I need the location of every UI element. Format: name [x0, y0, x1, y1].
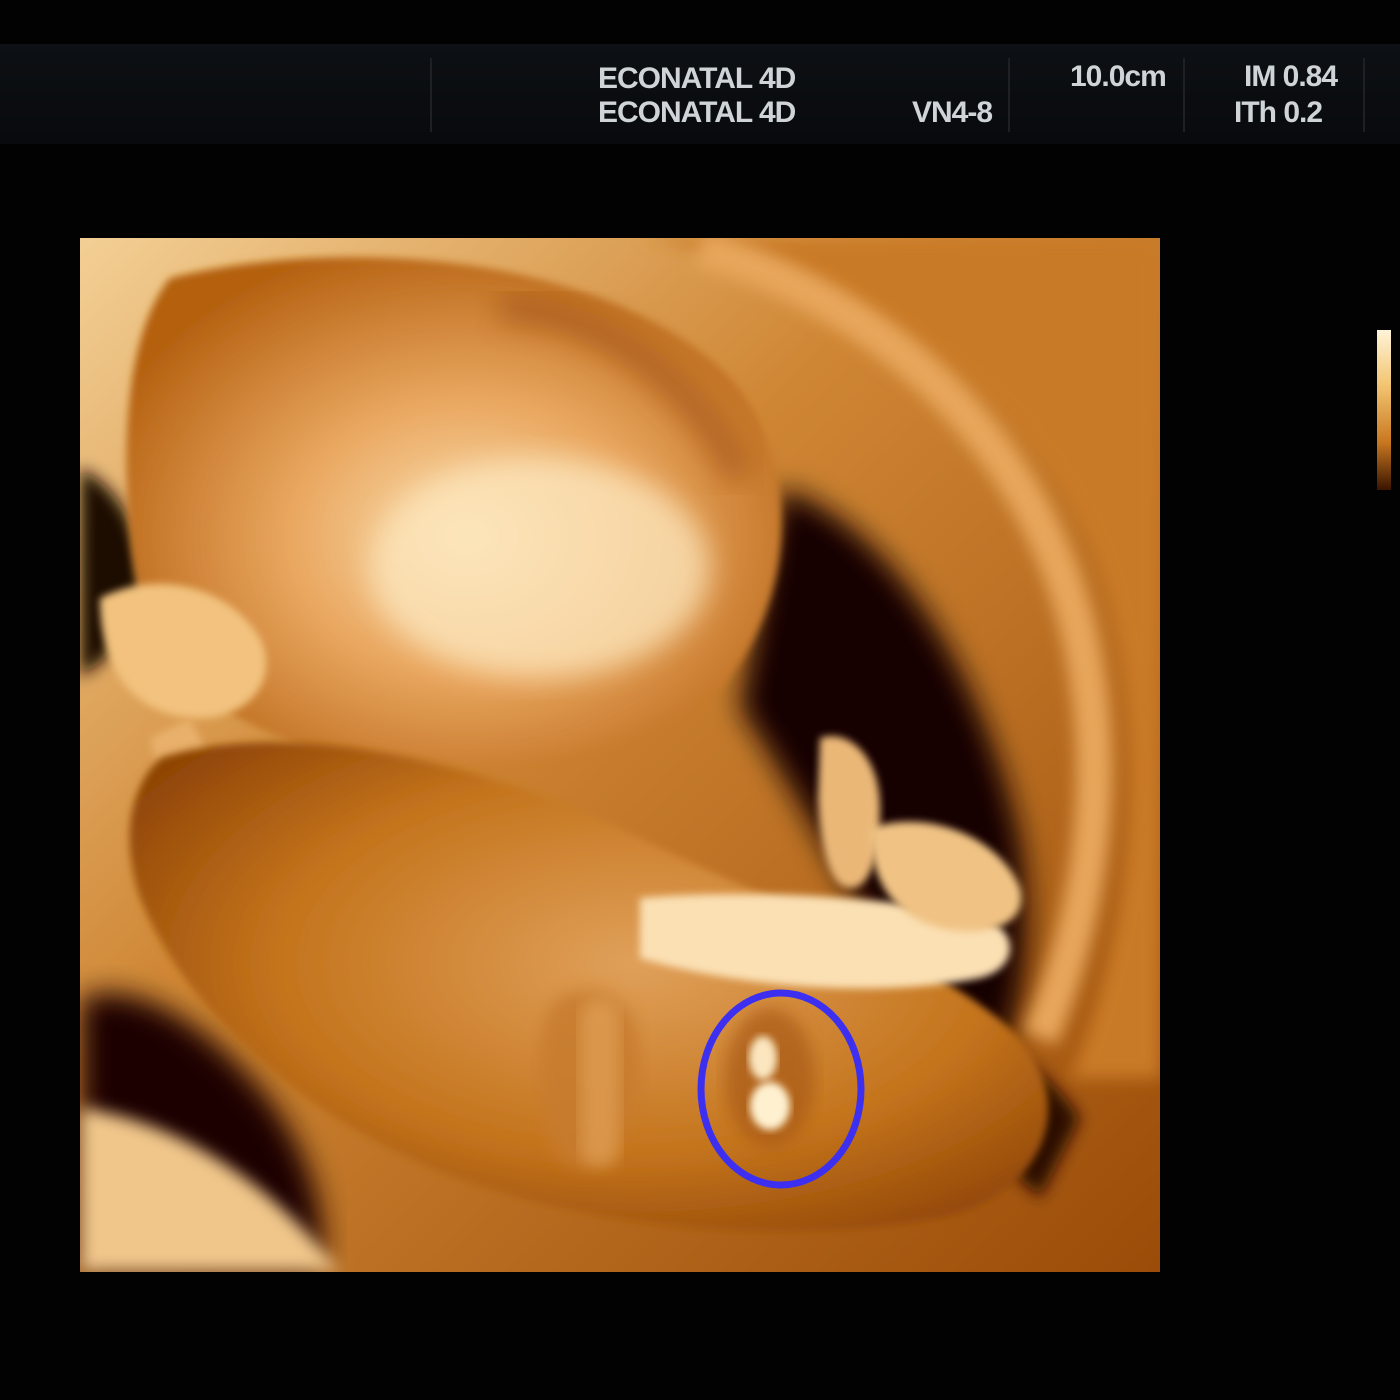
header-divider — [1008, 58, 1010, 132]
preset-label-secondary: ECONATAL 4D — [598, 96, 796, 129]
header-divider — [1363, 58, 1365, 132]
mechanical-index: IM 0.84 — [1244, 60, 1338, 93]
header-divider — [1183, 58, 1185, 132]
probe-label: VN4-8 — [912, 96, 993, 129]
ultrasound-screen: ECONATAL 4D ECONATAL 4D VN4-8 10.0cm IM … — [0, 0, 1400, 1400]
gray-scale-bar — [1377, 330, 1391, 490]
thermal-index: ITh 0.2 — [1234, 96, 1323, 129]
ultrasound-4d-render — [80, 238, 1160, 1272]
depth-readout: 10.0cm — [1070, 60, 1167, 93]
header-divider — [430, 58, 432, 132]
preset-label: ECONATAL 4D — [598, 62, 796, 95]
fetal-render-image — [80, 238, 1160, 1272]
